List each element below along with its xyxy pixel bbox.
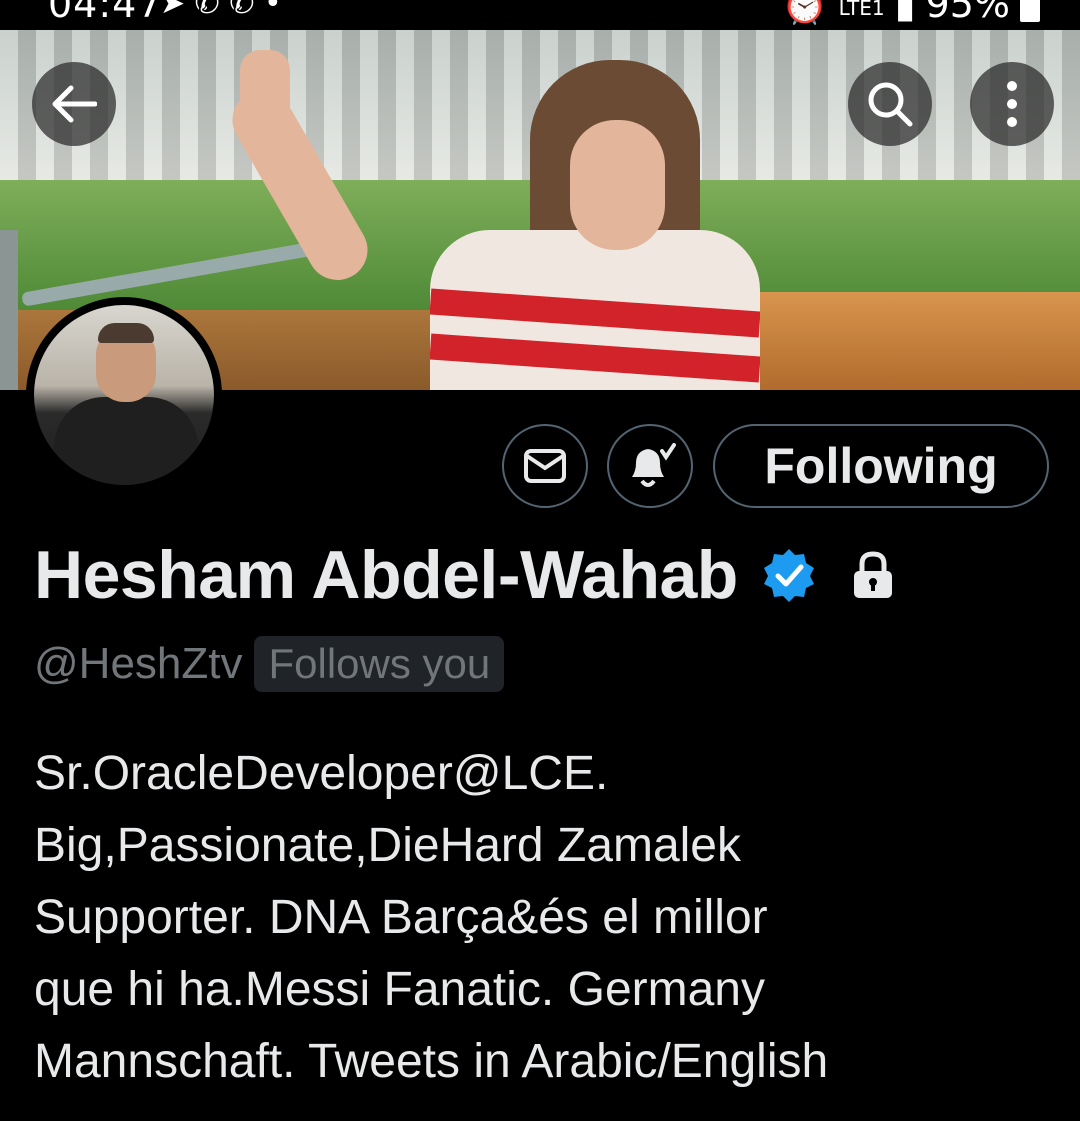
name-row: Hesham Abdel-Wahab (34, 535, 896, 615)
banner-rail-post (0, 230, 18, 390)
notification-icons: ➤ ✆ ✆ • (160, 0, 282, 21)
avatar[interactable] (26, 297, 222, 493)
arrow-left-icon (52, 85, 97, 123)
battery-icon (1020, 0, 1040, 22)
alarm-icon: ⏰ (781, 0, 829, 26)
bio-line: Supporter. DNA Barça&és el millor (34, 891, 768, 944)
lock-icon (853, 551, 892, 598)
notifications-button[interactable] (607, 424, 693, 508)
battery-text: 95% (925, 0, 1010, 26)
banner-person (221, 50, 780, 390)
follows-you-badge: Follows you (254, 636, 505, 692)
bio-line: Big,Passionate,DieHard Zamalek (34, 819, 741, 872)
username-handle: @HeshZtv (34, 639, 243, 688)
more-button[interactable] (970, 62, 1054, 146)
more-vertical-icon (1007, 81, 1017, 127)
mail-icon (524, 449, 566, 483)
bio-line: Mannschaft. Tweets in Arabic/English (34, 1035, 829, 1088)
handle-row: @HeshZtv Follows you (34, 633, 505, 695)
status-bar: 04:47 ➤ ✆ ✆ • ⏰ LTE1 ▮ 95% (0, 0, 1080, 30)
search-icon (868, 82, 913, 127)
bio-line: que hi ha.Messi Fanatic. Germany (34, 963, 765, 1016)
following-button[interactable]: Following (713, 424, 1049, 508)
status-right: ⏰ LTE1 ▮ 95% (781, 0, 1040, 27)
display-name: Hesham Abdel-Wahab (34, 537, 738, 613)
profile-bio: Sr.OracleDeveloper@LCE. Big,Passionate,D… (34, 738, 1054, 1098)
bio-line: Sr.OracleDeveloper@LCE. (34, 747, 609, 800)
back-button[interactable] (32, 62, 116, 146)
status-time: 04:47 (48, 0, 163, 26)
signal-icon: ▮ (894, 0, 916, 26)
bell-check-icon (632, 443, 676, 487)
message-button[interactable] (502, 424, 588, 508)
network-label: LTE1 (838, 0, 885, 20)
search-button[interactable] (848, 62, 932, 146)
verified-badge-icon[interactable] (760, 546, 818, 604)
avatar-photo (34, 305, 214, 485)
following-label: Following (764, 438, 998, 494)
